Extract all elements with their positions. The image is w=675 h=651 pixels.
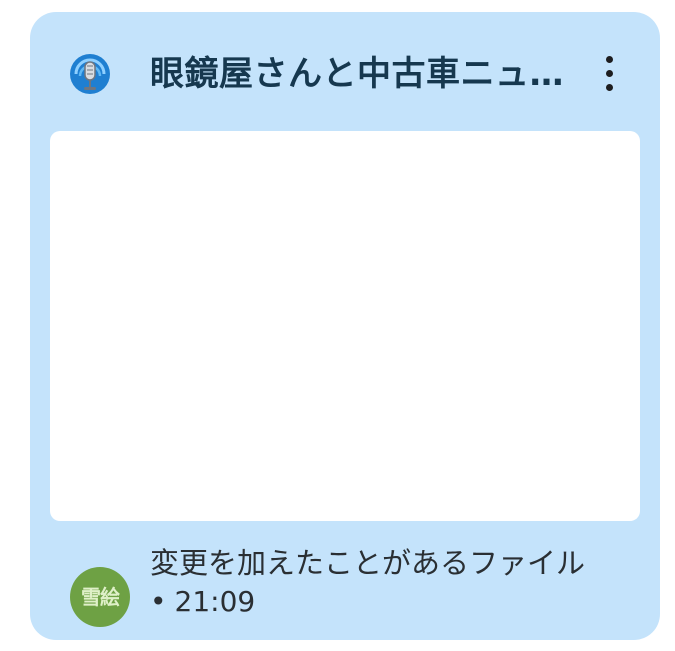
widget-footer: 雪絵 変更を加えたことがあるファイル • 21:09 — [30, 530, 660, 640]
widget-card[interactable]: 眼鏡屋さんと中古車ニュ… 雪絵 変更を加えたことがあるファイル • 21:09 — [30, 12, 660, 640]
document-preview[interactable] — [50, 131, 640, 521]
podcast-microphone-icon — [68, 52, 112, 96]
timestamp: 21:09 — [174, 585, 256, 618]
more-vert-icon[interactable] — [592, 52, 628, 96]
bullet-separator: • — [150, 585, 167, 618]
avatar: 雪絵 — [70, 567, 130, 627]
timestamp-line: • 21:09 — [150, 582, 255, 622]
widget-title[interactable]: 眼鏡屋さんと中古車ニュ… — [150, 46, 586, 102]
status-text: 変更を加えたことがあるファイル — [150, 546, 586, 580]
widget-header: 眼鏡屋さんと中古車ニュ… — [30, 12, 660, 130]
